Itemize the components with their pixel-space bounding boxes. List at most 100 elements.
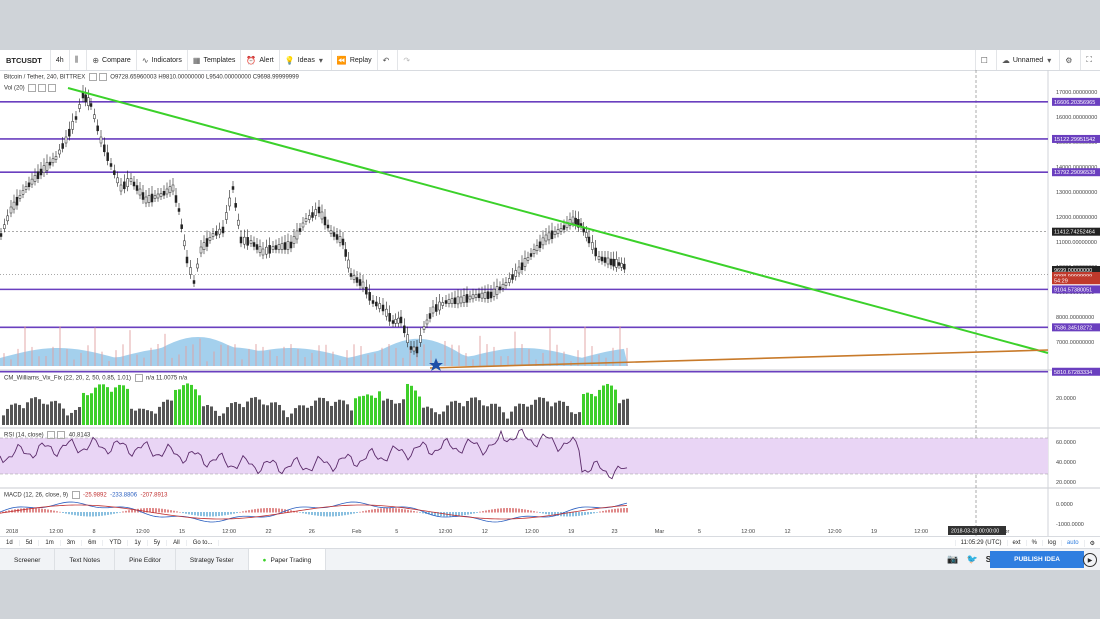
candle-body bbox=[355, 277, 359, 283]
vix-fix-bar bbox=[606, 383, 609, 425]
vix-fix-bar bbox=[42, 403, 45, 425]
macd-histogram-bar bbox=[440, 512, 442, 517]
candle-body bbox=[265, 246, 268, 255]
volume-eye-icon[interactable] bbox=[28, 84, 37, 92]
macd-histogram-bar bbox=[200, 512, 202, 517]
legend-ohlc: O9728.65960003 H9810.00000000 L9540.0000… bbox=[110, 74, 299, 81]
timeframe-5[interactable]: YTD bbox=[103, 540, 129, 546]
bar-style-button[interactable]: ⫼ bbox=[70, 50, 88, 70]
descending-trendline bbox=[67, 87, 1049, 354]
templates-button[interactable]: ▦ Templates bbox=[188, 50, 242, 70]
time-axis-label: 19 bbox=[871, 529, 877, 535]
compare-button[interactable]: ⊕ Compare bbox=[87, 50, 137, 70]
interval-button[interactable]: 4h bbox=[51, 50, 70, 70]
timeframe-0[interactable]: 1d bbox=[0, 540, 20, 546]
vix-fix-bar bbox=[566, 405, 569, 425]
candle-body bbox=[103, 144, 106, 153]
legend-settings-icon[interactable] bbox=[98, 73, 107, 81]
rsi-settings-icon[interactable] bbox=[57, 431, 66, 439]
undo-button[interactable]: ↶ bbox=[378, 50, 399, 70]
twitter-icon[interactable]: 🐦 bbox=[967, 554, 978, 565]
timeframe-6[interactable]: 1y bbox=[128, 540, 148, 546]
tab-paper-trading[interactable]: ● Paper Trading bbox=[248, 549, 327, 570]
candle-body bbox=[24, 186, 28, 190]
time-axis-label: 12:00 bbox=[49, 529, 63, 535]
timeframe-7[interactable]: 5y bbox=[148, 540, 168, 546]
macd-histogram-bar bbox=[131, 509, 133, 513]
alert-button[interactable]: ⏰ Alert bbox=[241, 50, 280, 70]
log-toggle[interactable]: log bbox=[1041, 540, 1061, 546]
vix-fix-bar bbox=[70, 412, 73, 425]
macd-histogram-bar bbox=[545, 512, 547, 515]
candle-body bbox=[456, 296, 460, 305]
fullscreen-button[interactable]: ⛶ bbox=[1080, 50, 1100, 70]
macd-histogram-bar bbox=[251, 509, 253, 513]
candle-body bbox=[553, 231, 557, 235]
vix-fix-bar bbox=[50, 401, 53, 425]
auto-toggle[interactable]: auto bbox=[1060, 540, 1084, 546]
rsi-eye-icon[interactable] bbox=[47, 431, 56, 439]
macd-histogram-bar bbox=[497, 508, 499, 513]
publish-idea-button[interactable]: PUBLISH IDEA bbox=[990, 551, 1084, 568]
candle-body bbox=[587, 236, 591, 244]
vix-fix-bar bbox=[426, 406, 429, 425]
save-layout-button[interactable]: ☁ Unnamed ▾ bbox=[995, 50, 1059, 70]
redo-button[interactable]: ↷ bbox=[398, 50, 418, 70]
tab-strategy-tester[interactable]: Strategy Tester bbox=[176, 549, 249, 570]
macd-eye-icon[interactable] bbox=[71, 491, 80, 499]
symbol-search[interactable]: BTCUSDT bbox=[0, 50, 51, 70]
macd-histogram-bar bbox=[164, 509, 166, 513]
volume-settings-icon[interactable] bbox=[38, 84, 47, 92]
share-icons: 📷 🐦 ST bbox=[947, 551, 996, 568]
timeframe-1[interactable]: 5d bbox=[20, 540, 40, 546]
candle-body bbox=[428, 313, 432, 319]
tab-screener[interactable]: Screener bbox=[0, 549, 56, 570]
timeframe-2[interactable]: 1m bbox=[39, 540, 61, 546]
timeframe-9[interactable]: Go to... bbox=[187, 540, 220, 546]
layout-button[interactable]: ☐ bbox=[974, 50, 996, 70]
vix-fix-bar bbox=[2, 415, 5, 425]
vix-fix-bar bbox=[554, 402, 557, 425]
macd-histogram-bar bbox=[626, 508, 628, 513]
ext-toggle[interactable]: ext bbox=[1006, 540, 1026, 546]
legend-eye-icon[interactable] bbox=[88, 73, 97, 81]
williams-eye-icon[interactable] bbox=[134, 374, 143, 382]
time-axis-label: 12:00 bbox=[828, 529, 842, 535]
chevron-down-icon: ▾ bbox=[318, 55, 323, 65]
replay-button[interactable]: ⏪ Replay bbox=[332, 50, 378, 70]
play-icon[interactable]: ▶ bbox=[1083, 553, 1097, 567]
macd-histogram-bar bbox=[107, 512, 109, 515]
timeframe-4[interactable]: 6m bbox=[82, 540, 104, 546]
candle-body bbox=[147, 195, 151, 203]
tab-text-notes[interactable]: Text Notes bbox=[55, 549, 116, 570]
tab-pine-editor[interactable]: Pine Editor bbox=[115, 549, 176, 570]
macd-histogram-bar bbox=[233, 512, 235, 514]
timeframe-3[interactable]: 3m bbox=[61, 540, 83, 546]
candles-icon: ⫼ bbox=[74, 55, 79, 64]
chart-canvas[interactable]: 17000.0000000016000.0000000015000.000000… bbox=[0, 70, 1100, 536]
camera-icon[interactable]: 📷 bbox=[947, 554, 958, 565]
indicators-button[interactable]: ∿ Indicators bbox=[137, 50, 188, 70]
volume-close-icon[interactable] bbox=[48, 84, 57, 92]
candle-body bbox=[329, 230, 333, 234]
macd-histogram-bar bbox=[62, 512, 64, 513]
macd-histogram-bar bbox=[389, 508, 391, 513]
timeframe-8[interactable]: All bbox=[167, 540, 187, 546]
percent-toggle[interactable]: % bbox=[1025, 540, 1042, 546]
candle-body bbox=[93, 114, 96, 119]
vix-fix-bar bbox=[490, 403, 493, 425]
vix-fix-bar bbox=[434, 412, 437, 425]
ideas-button[interactable]: 💡 Ideas ▾ bbox=[280, 50, 332, 70]
macd-histogram-bar bbox=[374, 509, 376, 513]
macd-histogram-bar bbox=[383, 508, 385, 513]
macd-histogram-bar bbox=[188, 512, 190, 515]
candle-body bbox=[113, 170, 116, 175]
chart-area[interactable]: 17000.00000000 16000.00000000 15000.000000… bbox=[0, 70, 1100, 536]
replay-icon: ⏪ bbox=[336, 55, 347, 65]
price-tag-label: 15122.29951542 bbox=[1054, 137, 1095, 143]
scale-settings-icon[interactable]: ⚙ bbox=[1083, 539, 1100, 547]
settings-button[interactable]: ⚙ bbox=[1059, 50, 1080, 70]
price-axis-label: 17000.00000000 bbox=[1056, 90, 1097, 96]
candle-body bbox=[255, 244, 259, 250]
candle-body bbox=[489, 291, 493, 299]
